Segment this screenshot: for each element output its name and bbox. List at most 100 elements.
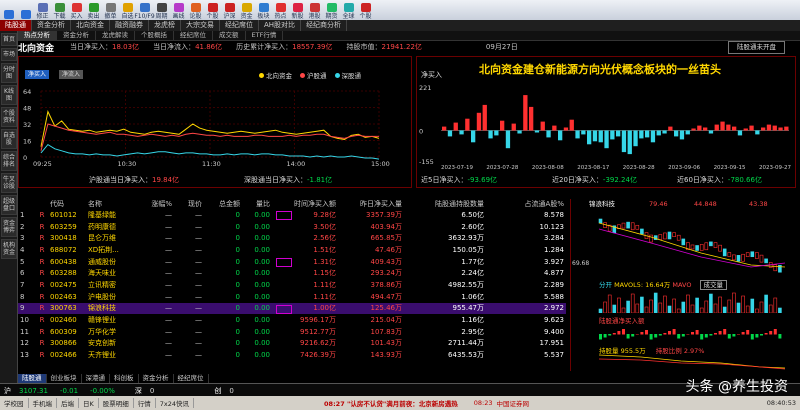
stock-name[interactable]: 隆基绿能 <box>86 209 138 221</box>
toolbar-button-4[interactable]: 买入 <box>68 1 85 20</box>
bottom-tab-5[interactable]: 经纪席位 <box>174 374 209 383</box>
bottom-tab-4[interactable]: 资金分析 <box>139 374 174 383</box>
col-header-7[interactable]: 量比 <box>242 199 272 209</box>
stock-name[interactable]: XD拓荆... <box>86 244 138 256</box>
toolbar-button-15[interactable]: 板块 <box>255 1 272 20</box>
stock-name[interactable]: 万华化学 <box>86 326 138 338</box>
stock-name[interactable]: 赣锋锂业 <box>86 314 138 326</box>
app-link-4[interactable]: 股票明细 <box>99 398 134 408</box>
app-link-5[interactable]: 行情 <box>134 398 156 408</box>
bottom-tab-2[interactable]: 深港通 <box>82 374 110 383</box>
stock-name[interactable]: 药明康德 <box>86 221 138 233</box>
col-header-4[interactable]: 涨幅% <box>138 199 174 209</box>
app-link-0[interactable]: 学校园 <box>0 398 29 408</box>
toolbar-button-12[interactable]: 个股 <box>204 1 221 20</box>
toolbar-button-10[interactable]: 画线 <box>170 1 187 20</box>
toolbar-button-8[interactable]: F10/F9 <box>134 1 155 20</box>
stock-name[interactable]: 安克创新 <box>86 338 138 350</box>
sidebar-item-3[interactable]: K线图 <box>1 85 17 105</box>
toolbar-button-6[interactable]: 撤单 <box>102 1 119 20</box>
toolbar-button-11[interactable]: 论股 <box>187 1 204 20</box>
col-header-3[interactable]: 名称 <box>86 199 138 209</box>
news-ticker[interactable]: 08:27 "认房不认贷"满月前夜：北京新房遇热 <box>324 398 458 408</box>
app-link-2[interactable]: 后端 <box>57 398 79 408</box>
tab-5[interactable]: 大宗交易 <box>181 20 220 31</box>
hk-connect-status-button[interactable]: 陆股通未开盘 <box>728 41 785 54</box>
table-row[interactable]: 3 R 300418 昆仑万维 — — 0 0.00 2.56亿 665.85万 3632.93万 3… <box>18 232 566 244</box>
col-header-8[interactable]: 时间净买入额 <box>272 199 338 209</box>
toolbar-button-13[interactable]: 沪深 <box>221 1 238 20</box>
tab-3[interactable]: 融资融券 <box>110 20 149 31</box>
sidebar-item-10[interactable]: 机构资金 <box>1 239 17 259</box>
col-header-2[interactable]: 代码 <box>48 199 86 209</box>
nav-item-5[interactable]: 成交额 <box>213 31 246 40</box>
sidebar-item-8[interactable]: 超级盘口 <box>1 195 17 215</box>
bottom-tab-1[interactable]: 创业板块 <box>47 374 82 383</box>
stock-name[interactable]: 昆仑万维 <box>86 232 138 244</box>
table-row[interactable]: 6 R 603288 海天味业 — — 0 0.00 1.15亿 293.24万 2.24亿 4.87… <box>18 267 566 279</box>
tab-4[interactable]: 龙虎榜 <box>149 20 181 31</box>
stock-name[interactable]: 通威股份 <box>86 256 138 268</box>
table-row[interactable]: 4 R 688072 XD拓荆... — — 0 0.00 1.51亿 47.46万 150.05万… <box>18 244 566 256</box>
bottom-tab-3[interactable]: 科创板 <box>110 374 139 383</box>
col-header-11[interactable]: 占流通A股% <box>486 199 566 209</box>
toolbar-button-0[interactable] <box>0 1 17 20</box>
col-header-0[interactable] <box>18 199 36 209</box>
nav-item-1[interactable]: 资金分析 <box>57 31 96 40</box>
table-row[interactable]: 8 R 002463 沪电股份 — — 0 0.00 1.11亿 494.47万 1.06亿 5.58… <box>18 291 566 303</box>
toolbar-button-2[interactable]: 修正 <box>34 1 51 20</box>
nav-item-0[interactable]: 热点分析 <box>18 31 57 40</box>
toolbar-button-21[interactable]: 个股 <box>357 1 374 20</box>
tab-8[interactable]: 经纪商分析 <box>301 20 348 31</box>
toolbar-button-17[interactable]: 新股 <box>289 1 306 20</box>
tab-6[interactable]: 经纪席位 <box>220 20 259 31</box>
tab-2[interactable]: 北向资金 <box>71 20 110 31</box>
col-header-10[interactable]: 陆股通持股数量 <box>404 199 486 209</box>
stock-name[interactable]: 天齐锂业 <box>86 349 138 361</box>
tab-0[interactable]: 陆股通 <box>0 20 32 31</box>
stock-name[interactable]: 海天味业 <box>86 267 138 279</box>
table-row[interactable]: 1 R 601012 隆基绿能 — — 0 0.00 9.28亿 3357.39万 6.50亿 8.5… <box>18 209 566 221</box>
toolbar-button-16[interactable]: 热点 <box>272 1 289 20</box>
table-row[interactable]: 12 R 300866 安克创新 — — 0 0.00 9216.62万 101.43万 2711.… <box>18 338 566 350</box>
col-header-1[interactable] <box>36 199 48 209</box>
sidebar-item-2[interactable]: 分时图 <box>1 63 17 83</box>
table-row[interactable]: 5 R 600438 通威股份 — — 0 0.00 1.31亿 409.43万 1.77亿 3.92… <box>18 256 566 268</box>
col-header-5[interactable]: 现价 <box>174 199 204 209</box>
nav-item-6[interactable]: ETF行情 <box>246 31 284 40</box>
sidebar-item-9[interactable]: 资金博弈 <box>1 217 17 237</box>
table-row[interactable]: 13 R 002466 天齐锂业 — — 0 0.00 7426.39万 143.93万 6435.… <box>18 349 566 361</box>
table-row[interactable]: 7 R 002475 立讯精密 — — 0 0.00 1.11亿 378.86万 4982.55万 2… <box>18 279 566 291</box>
nav-item-3[interactable]: 个股概括 <box>135 31 174 40</box>
stock-name[interactable]: 沪电股份 <box>86 291 138 303</box>
nav-item-2[interactable]: 龙虎解读 <box>96 31 135 40</box>
toolbar-button-14[interactable]: 资金 <box>238 1 255 20</box>
toolbar-button-20[interactable]: 全球 <box>340 1 357 20</box>
col-header-6[interactable]: 总金额 <box>204 199 242 209</box>
tab-1[interactable]: 资金分析 <box>32 20 71 31</box>
app-link-1[interactable]: 手机端 <box>29 398 57 408</box>
sidebar-item-6[interactable]: 综合排名 <box>1 151 17 171</box>
sidebar-item-1[interactable]: 市场 <box>1 48 17 61</box>
toolbar-button-9[interactable]: 周期 <box>153 1 170 20</box>
toolbar-button-1[interactable] <box>17 1 34 20</box>
nav-item-4[interactable]: 经纪席位 <box>174 31 213 40</box>
stock-name[interactable]: 立讯精密 <box>86 279 138 291</box>
sidebar-item-0[interactable]: 首页 <box>1 33 17 46</box>
stock-name[interactable]: 锦浪科技 <box>86 302 138 315</box>
sidebar-item-5[interactable]: 自选股 <box>1 129 17 149</box>
toolbar-button-18[interactable]: 港股 <box>306 1 323 20</box>
sidebar-item-7[interactable]: 牛叉诊股 <box>1 173 17 193</box>
bottom-tab-0[interactable]: 陆股通 <box>18 374 47 383</box>
table-row[interactable]: 2 R 603259 药明康德 — — 0 0.00 3.50亿 403.94万 2.60亿 10.1… <box>18 221 566 233</box>
app-link-6[interactable]: 7x24快讯 <box>156 398 195 408</box>
table-row[interactable]: 9 R 300763 锦浪科技 — —0 0.00 1.00亿 125.46万 955.47万 2.… <box>18 302 566 315</box>
sidebar-item-4[interactable]: 个股资料 <box>1 107 17 127</box>
toolbar-button-19[interactable]: 期货 <box>323 1 340 20</box>
tab-7[interactable]: AH股对比 <box>259 20 302 31</box>
table-row[interactable]: 11 R 600309 万华化学 — — 0 0.00 9512.77万 107.83万 2.95亿… <box>18 326 566 338</box>
toolbar-button-3[interactable]: 下载 <box>51 1 68 20</box>
app-link-3[interactable]: 日K <box>79 398 99 408</box>
toolbar-button-5[interactable]: 卖出 <box>85 1 102 20</box>
table-row[interactable]: 10 R 002460 赣锋锂业 — — 0 0.00 9596.17万 215.04万 1.16亿… <box>18 314 566 326</box>
